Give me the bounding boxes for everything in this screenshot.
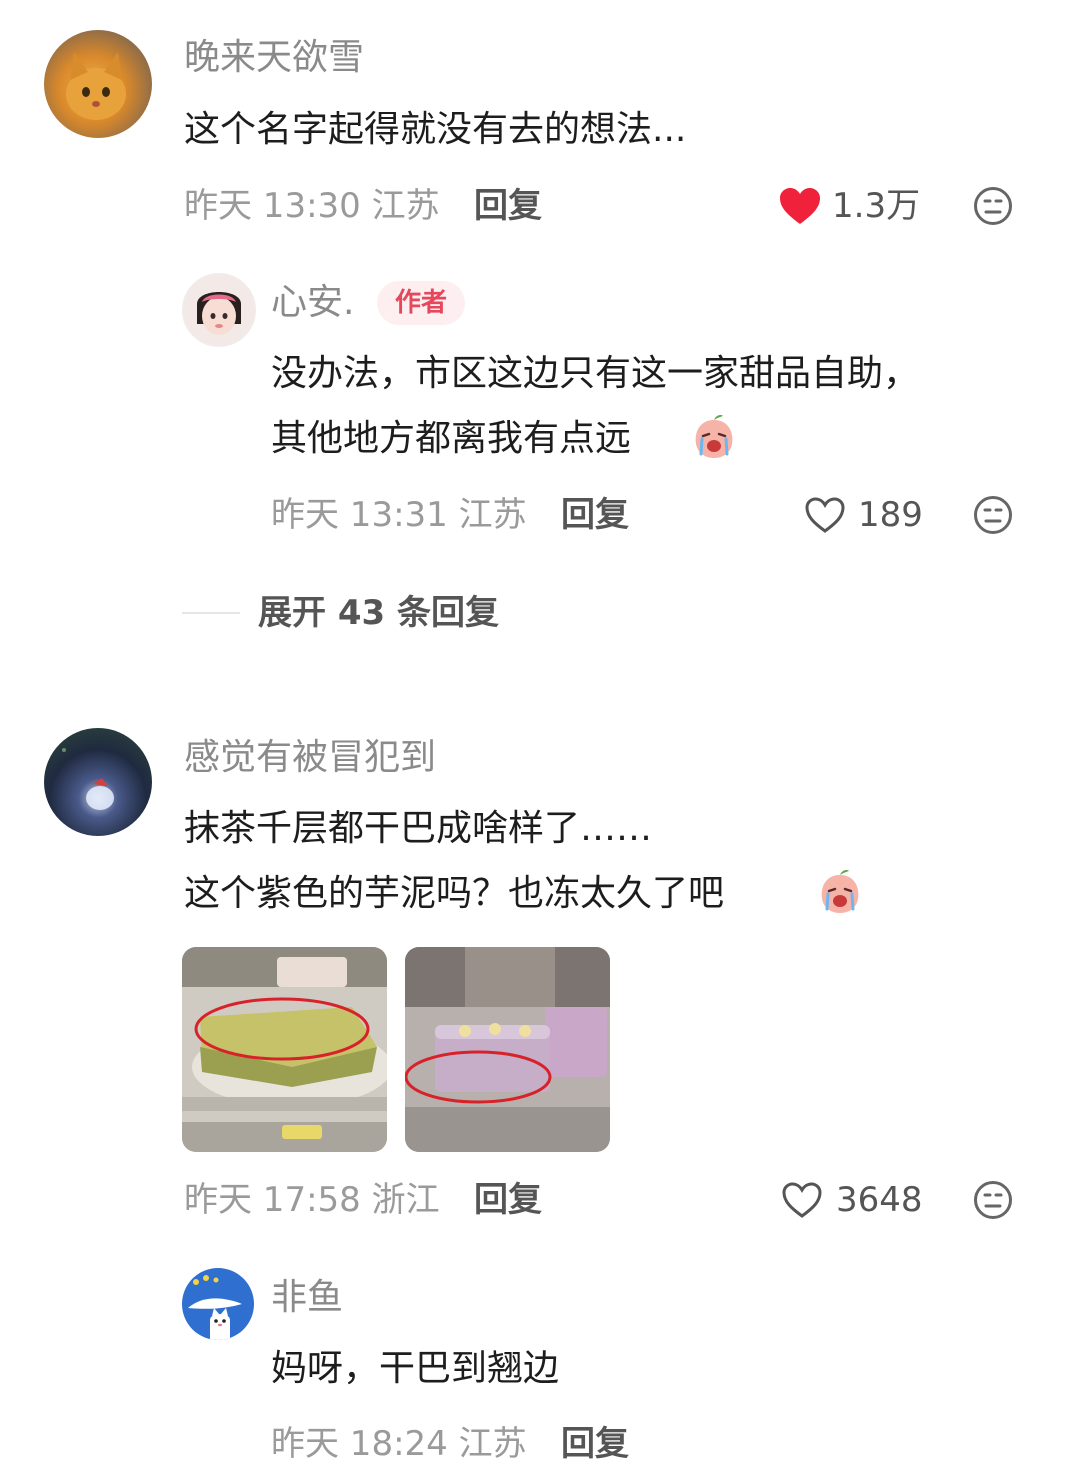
comment-author[interactable]: 感觉有被冒犯到 xyxy=(184,740,436,776)
crying-peach-emoji xyxy=(816,867,864,915)
reply-meta: 昨天 13:31 江苏 xyxy=(271,495,527,535)
reply-text-line: 其他地方都离我有点远 xyxy=(271,418,632,459)
like-count: 189 xyxy=(858,495,923,535)
dislike-face-icon[interactable] xyxy=(973,1180,1013,1220)
like-count: 3648 xyxy=(836,1180,923,1220)
reply-button[interactable]: 回复 xyxy=(561,1427,629,1461)
reply-text-line: 没办法，市区这边只有这一家甜品自助， xyxy=(271,353,920,394)
heart-filled-icon[interactable] xyxy=(778,186,822,226)
like-count: 1.3万 xyxy=(832,186,921,226)
crying-peach-emoji xyxy=(690,412,738,460)
night-ground-avatar[interactable] xyxy=(44,728,152,836)
reply-meta: 昨天 18:24 江苏 xyxy=(271,1424,527,1464)
comment-meta: 昨天 17:58 浙江 xyxy=(184,1180,440,1220)
reply-item: 心安. 作者 没办法，市区这边只有这一家甜品自助， 其他地方都离我有点远 昨天 … xyxy=(180,265,1079,555)
expand-replies-button[interactable]: 展开 43 条回复 xyxy=(258,596,499,630)
expand-replies-divider xyxy=(182,612,240,614)
blue-cat-avatar[interactable] xyxy=(182,1268,254,1340)
reply-author[interactable]: 心安. xyxy=(271,285,354,321)
comment-text: 这个名字起得就没有去的想法... xyxy=(184,109,687,150)
reply-button[interactable]: 回复 xyxy=(561,498,629,532)
reply-item: 非鱼 妈呀，干巴到翘边 昨天 18:24 江苏 回复 xyxy=(180,1265,1079,1478)
orange-cat-avatar[interactable] xyxy=(44,30,152,138)
comment-text-line: 这个紫色的芋泥吗？也冻太久了吧 xyxy=(184,873,725,914)
reply-author[interactable]: 非鱼 xyxy=(271,1280,343,1316)
girl-avatar[interactable] xyxy=(182,273,256,347)
purple-taro-cake-photo[interactable] xyxy=(405,947,610,1152)
dislike-face-icon[interactable] xyxy=(973,495,1013,535)
reply-button[interactable]: 回复 xyxy=(474,1183,542,1217)
comment-meta: 昨天 13:30 江苏 xyxy=(184,186,440,226)
comment-author[interactable]: 晚来天欲雪 xyxy=(184,40,364,76)
reply-button[interactable]: 回复 xyxy=(474,189,542,223)
dislike-face-icon[interactable] xyxy=(973,186,1013,226)
author-tag: 作者 xyxy=(377,281,466,325)
heart-outline-icon[interactable] xyxy=(803,495,847,535)
matcha-crepe-cake-photo[interactable] xyxy=(182,947,387,1152)
comment-text-line: 抹茶千层都干巴成啥样了…… xyxy=(184,808,653,849)
comment-item: 感觉有被冒犯到 抹茶千层都干巴成啥样了…… 这个紫色的芋泥吗？也冻太久了吧 昨天… xyxy=(0,700,1079,1478)
comment-item: 晚来天欲雪 这个名字起得就没有去的想法... 昨天 13:30 江苏 回复 1.… xyxy=(0,0,1079,700)
heart-outline-icon[interactable] xyxy=(780,1180,824,1220)
reply-text-line: 妈呀，干巴到翘边 xyxy=(271,1348,560,1389)
